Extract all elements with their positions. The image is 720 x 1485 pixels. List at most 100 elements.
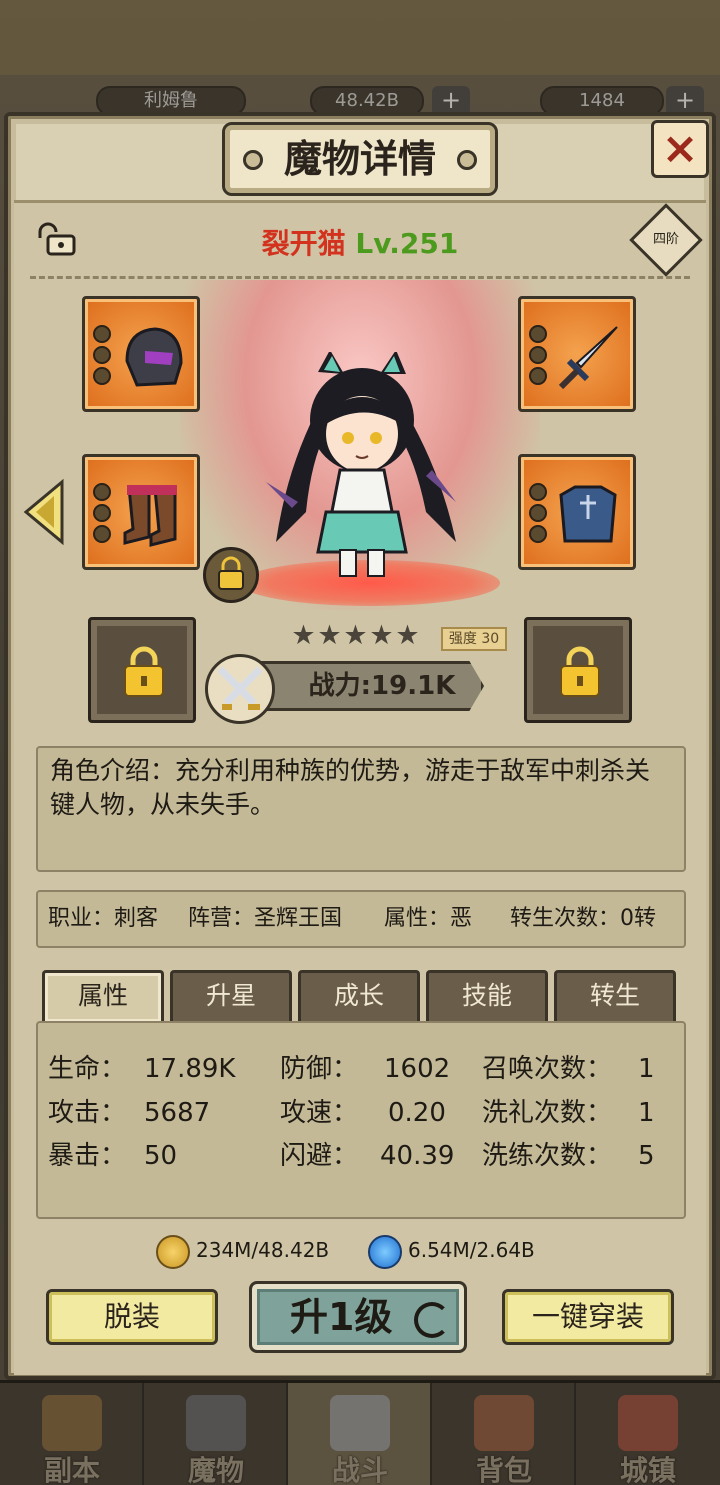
nav-battle[interactable]: 战斗 — [288, 1383, 432, 1485]
equip-slot-weapon[interactable] — [518, 296, 636, 412]
combat-power-badge — [205, 654, 275, 724]
summon-count-label: 召唤次数： — [482, 1054, 613, 1084]
hp-value: 17.89K — [144, 1054, 236, 1084]
tab-skills[interactable]: 技能 — [426, 970, 548, 1022]
socket — [529, 504, 547, 522]
divider — [30, 276, 690, 279]
gold-cost-text: 234M/48.42B — [196, 1238, 330, 1262]
attack-speed-label: 攻速： — [280, 1098, 359, 1128]
defense-label: 防御： — [280, 1054, 359, 1084]
combat-power-bar: 战力:19.1K — [240, 661, 484, 711]
stats-panel: 生命： 17.89K 防御： 1602 召唤次数： 1 攻击： 5687 攻速：… — [36, 1021, 686, 1219]
gem-sockets — [93, 483, 113, 546]
screw-icon — [243, 150, 263, 170]
attribute-text: 属性：恶 — [384, 906, 473, 931]
baptize-count-label: 洗礼次数： — [482, 1098, 613, 1128]
previous-monster-arrow-icon[interactable] — [22, 478, 66, 546]
nav-town[interactable]: 城镇 — [576, 1383, 720, 1485]
strength-value: 30 — [481, 631, 500, 647]
gold-coin-icon — [156, 1234, 190, 1269]
nav-label: 副本 — [43, 1454, 100, 1485]
dodge-value: 40.39 — [380, 1141, 455, 1171]
cat-girl-assassin-character[interactable] — [256, 352, 468, 582]
dodge-label: 闪避： — [280, 1141, 359, 1171]
attack-speed-value: 0.20 — [388, 1098, 446, 1128]
gem-cost-text: 6.54M/2.64B — [408, 1238, 535, 1262]
locked-skill-slot-left[interactable] — [88, 617, 196, 723]
hp-label: 生命： — [48, 1054, 127, 1084]
camp-text: 阵营：圣辉王国 — [188, 906, 343, 931]
equip-slot-helmet[interactable] — [82, 296, 200, 412]
nav-monsters[interactable]: 魔物 — [144, 1383, 288, 1485]
gem-cost: 6.54M/2.64B — [368, 1232, 535, 1269]
tab-rebirth[interactable]: 转生 — [554, 970, 676, 1022]
gold-cost: 234M/48.42B — [156, 1232, 330, 1269]
nav-label: 魔物 — [187, 1454, 244, 1485]
info-row: 职业：刺客 阵营：圣辉王国 属性：恶 转生次数：0转 — [36, 890, 686, 948]
boots-icon — [123, 485, 177, 547]
panel-title: 魔物详情 — [283, 137, 436, 181]
panel-title-plate: 魔物详情 — [222, 122, 498, 196]
socket — [529, 483, 547, 501]
refine-count-value: 5 — [638, 1141, 655, 1171]
star-icon: ★ — [317, 620, 342, 651]
monster-level: Lv.251 — [355, 227, 459, 260]
socket — [529, 346, 547, 364]
locked-skill-slot-right[interactable] — [524, 617, 632, 723]
character-intro: 角色介绍：充分利用种族的优势，游走于敌军中刺杀关键人物，从未失手。 — [36, 746, 686, 872]
top-banner-decoration — [0, 0, 720, 75]
equip-slot-armor[interactable] — [518, 454, 636, 570]
locked-slot-button[interactable] — [203, 547, 259, 603]
equip-all-button[interactable]: 一键穿装 — [502, 1289, 674, 1345]
gem-sockets — [93, 325, 113, 388]
rebirth-count-text: 转生次数：0转 — [510, 906, 656, 931]
refine-count-label: 洗练次数： — [482, 1141, 613, 1171]
socket — [93, 346, 111, 364]
nav-label: 城镇 — [619, 1454, 676, 1485]
refresh-icon — [414, 1302, 450, 1338]
monster-icon — [186, 1395, 246, 1451]
baptize-count-value: 1 — [638, 1098, 655, 1128]
padlock-icon — [560, 646, 600, 697]
summon-count-value: 1 — [638, 1054, 655, 1084]
socket — [93, 367, 111, 385]
crit-label: 暴击： — [48, 1141, 127, 1171]
defense-value: 1602 — [384, 1054, 451, 1084]
blue-orb-icon — [368, 1234, 402, 1269]
close-button[interactable]: × — [651, 120, 709, 178]
star-icon: ★ — [369, 620, 394, 651]
helmet-icon — [125, 327, 183, 387]
screw-icon — [457, 150, 477, 170]
crossed-swords-icon — [217, 666, 263, 710]
star-rating: ★★★★★ — [290, 622, 420, 649]
nav-dungeon[interactable]: 副本 — [0, 1383, 144, 1485]
strength-badge: 强度 30 — [441, 627, 507, 651]
equip-slot-boots[interactable] — [82, 454, 200, 570]
socket — [93, 325, 111, 343]
unequip-button[interactable]: 脱装 — [46, 1289, 218, 1345]
socket — [93, 525, 111, 543]
nav-label: 背包 — [475, 1454, 532, 1485]
map-icon — [42, 1395, 102, 1451]
tab-attributes[interactable]: 属性 — [42, 970, 164, 1022]
swords-icon — [330, 1395, 390, 1451]
monster-name-line: 裂开猫 Lv.251 — [0, 222, 720, 262]
socket — [93, 483, 111, 501]
tier-label: 四阶 — [652, 232, 679, 247]
attack-label: 攻击： — [48, 1098, 127, 1128]
gem-sockets — [529, 483, 549, 546]
level-up-button[interactable]: 升1级 — [249, 1281, 467, 1353]
tab-star-up[interactable]: 升星 — [170, 970, 292, 1022]
attack-value: 5687 — [144, 1098, 211, 1128]
socket — [529, 367, 547, 385]
tab-growth[interactable]: 成长 — [298, 970, 420, 1022]
socket — [529, 525, 547, 543]
star-icon: ★ — [291, 620, 316, 651]
town-icon — [618, 1395, 678, 1451]
nav-backpack[interactable]: 背包 — [432, 1383, 576, 1485]
padlock-icon — [124, 646, 164, 697]
bottom-nav: 副本 魔物 战斗 背包 城镇 — [0, 1380, 720, 1485]
sword-icon — [558, 326, 618, 390]
gem-sockets — [529, 325, 549, 388]
socket — [93, 504, 111, 522]
